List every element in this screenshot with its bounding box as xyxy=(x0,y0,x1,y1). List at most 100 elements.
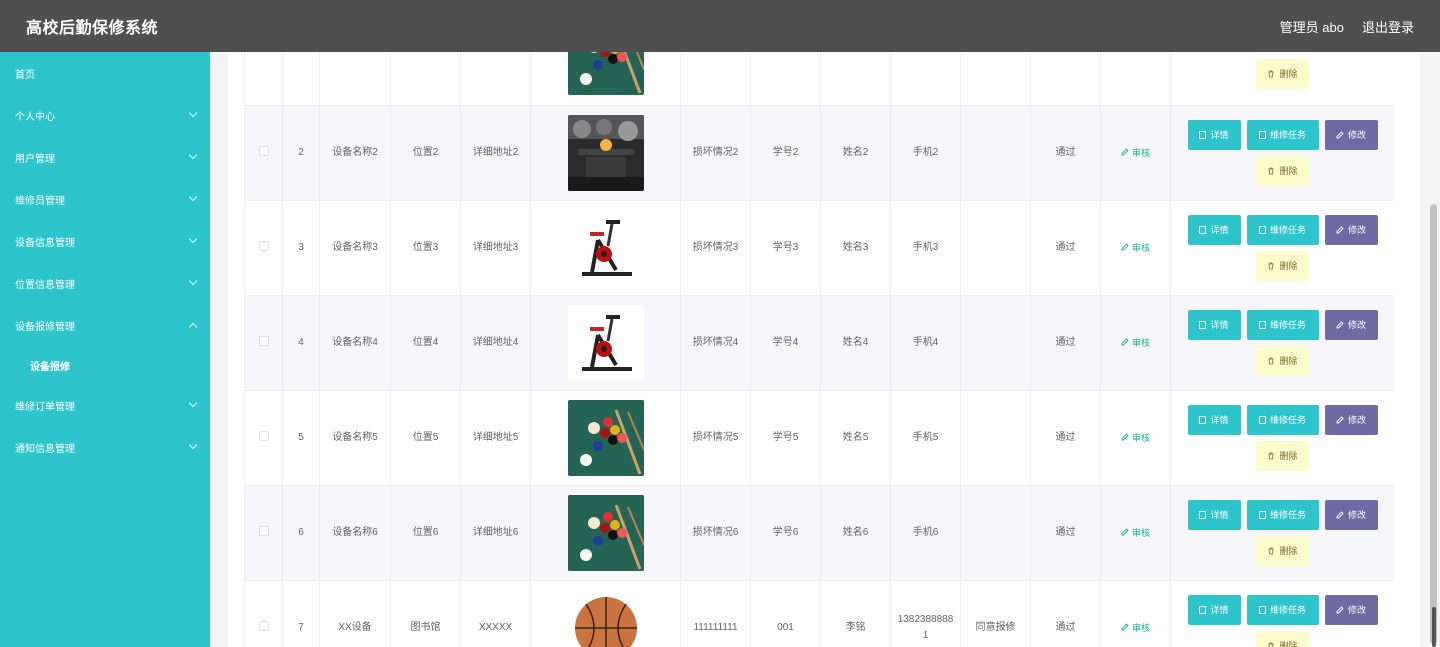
detail-button[interactable]: 详情 xyxy=(1187,309,1241,340)
row-checkbox[interactable] xyxy=(258,336,269,346)
audit-button[interactable]: 审核 xyxy=(1121,241,1150,254)
phone-cell: 手机2 xyxy=(890,105,961,201)
row-checkbox[interactable] xyxy=(258,241,269,251)
damage-cell: 损坏情况4 xyxy=(680,295,751,391)
page-scrollbar[interactable] xyxy=(1427,52,1440,647)
logout-link[interactable]: 退出登录 xyxy=(1362,17,1414,36)
repair-task-button[interactable]: 维修任务 xyxy=(1246,594,1319,625)
equipment-image xyxy=(567,209,644,286)
sidebar-item[interactable]: 首页 xyxy=(0,52,210,94)
repair-task-button[interactable]: 维修任务 xyxy=(1246,214,1319,245)
sidebar-item[interactable]: 个人中心 xyxy=(0,94,210,136)
row-checkbox[interactable] xyxy=(258,146,269,156)
row-checkbox[interactable] xyxy=(258,526,269,536)
delete-button[interactable]: 删除 xyxy=(1256,535,1309,566)
student-name-cell: 姓名4 xyxy=(820,295,891,391)
phone-text: 手机5 xyxy=(912,431,939,443)
edit-pen-icon xyxy=(1336,605,1344,613)
row-checkbox[interactable] xyxy=(258,431,269,441)
repair-table: 删除 2 设备名称2 位置2 详细地址2 损坏情况2 学号2 姓名2 手机2 通过 审核 详情 维修任务… xyxy=(244,52,1394,647)
audit-button[interactable]: 审核 xyxy=(1121,526,1150,539)
name-text: 设备名称4 xyxy=(332,336,378,348)
edit-label: 修改 xyxy=(1347,510,1366,520)
index-cell: 5 xyxy=(282,390,320,486)
edit-button[interactable]: 修改 xyxy=(1324,499,1378,530)
status-text: 通过 xyxy=(1055,621,1076,633)
audit-button[interactable]: 审核 xyxy=(1121,621,1150,634)
detail-button[interactable]: 详情 xyxy=(1187,404,1241,435)
delete-button[interactable]: 删除 xyxy=(1256,630,1309,647)
edit-button[interactable]: 修改 xyxy=(1324,119,1378,150)
row-actions: 详情 维修任务 修改 删除 xyxy=(1183,594,1383,647)
sidebar-item[interactable]: 通知信息管理 xyxy=(0,426,210,468)
audit-button[interactable]: 审核 xyxy=(1121,431,1150,444)
edit-pen-icon xyxy=(1336,225,1344,233)
location-text: 位置4 xyxy=(412,336,439,348)
name-text: 设备名称3 xyxy=(332,241,378,253)
phone-cell xyxy=(890,52,961,106)
document-icon xyxy=(1199,605,1207,614)
sidebar-item[interactable]: 设备报修 xyxy=(0,346,210,384)
location-cell xyxy=(390,52,461,106)
repair-task-button[interactable]: 维修任务 xyxy=(1246,404,1319,435)
location-cell: 位置2 xyxy=(390,105,461,201)
edit-pen-icon xyxy=(1336,415,1344,423)
repair-task-button[interactable]: 维修任务 xyxy=(1246,309,1319,340)
delete-button[interactable]: 删除 xyxy=(1256,345,1309,376)
detail-button[interactable]: 详情 xyxy=(1187,594,1241,625)
edit-button[interactable]: 修改 xyxy=(1324,594,1378,625)
row-select-cell xyxy=(244,390,283,486)
table-row: 5 设备名称5 位置5 详细地址5 损坏情况5 学号5 姓名5 手机5 通过 审核 详情 维修任务 修改… xyxy=(244,390,1394,486)
detail-label: 详情 xyxy=(1210,510,1229,520)
edit-pen-icon xyxy=(1121,338,1129,346)
repair-task-button[interactable]: 维修任务 xyxy=(1246,119,1319,150)
row-actions: 详情 维修任务 修改 删除 xyxy=(1183,119,1383,186)
audit-cell: 审核 xyxy=(1100,295,1171,391)
phone-text: 手机3 xyxy=(912,241,939,253)
address-cell: 详细地址5 xyxy=(460,390,531,486)
chevron-down-icon xyxy=(188,276,198,286)
sidebar-item[interactable]: 设备信息管理 xyxy=(0,220,210,262)
edit-button[interactable]: 修改 xyxy=(1324,404,1378,435)
address-text: 详细地址4 xyxy=(472,336,519,348)
location-cell: 位置4 xyxy=(390,295,461,391)
delete-button[interactable]: 删除 xyxy=(1256,250,1309,281)
sidebar-item[interactable]: 设备报修管理 xyxy=(0,304,210,346)
table-row: 7 XX设备 图书馆 XXXXX 111111111 001 李铭 13823888881 同意… xyxy=(244,580,1394,647)
row-actions: 详情 维修任务 修改删除 xyxy=(1183,499,1383,566)
detail-button[interactable]: 详情 xyxy=(1187,214,1241,245)
student-id-text: 学号3 xyxy=(772,241,799,253)
row-select-cell xyxy=(244,52,283,106)
reply-cell xyxy=(960,52,1031,106)
damage-cell: 111111111 xyxy=(680,580,751,647)
repair-task-label: 维修任务 xyxy=(1269,320,1306,330)
detail-button[interactable]: 详情 xyxy=(1187,499,1241,530)
delete-button[interactable]: 删除 xyxy=(1256,155,1309,186)
student-name-text: 李铭 xyxy=(845,621,866,633)
delete-button[interactable]: 删除 xyxy=(1256,440,1309,471)
sidebar-item[interactable]: 用户管理 xyxy=(0,136,210,178)
damage-cell xyxy=(680,52,751,106)
sidebar-item[interactable]: 维修订单管理 xyxy=(0,384,210,426)
document-icon xyxy=(1258,510,1266,519)
row-checkbox[interactable] xyxy=(258,621,269,631)
status-cell: 通过 xyxy=(1030,200,1101,296)
scrollbar-thumb[interactable] xyxy=(1430,204,1437,644)
row-select-cell xyxy=(244,295,283,391)
audit-button[interactable]: 审核 xyxy=(1121,336,1150,349)
audit-button[interactable]: 审核 xyxy=(1121,146,1150,159)
sidebar-item[interactable]: 位置信息管理 xyxy=(0,262,210,304)
repair-task-button[interactable]: 维修任务 xyxy=(1246,499,1319,530)
delete-label: 删除 xyxy=(1279,546,1298,556)
delete-button[interactable]: 删除 xyxy=(1256,58,1309,89)
index-cell: 3 xyxy=(282,200,320,296)
detail-button[interactable]: 详情 xyxy=(1187,119,1241,150)
location-text: 位置3 xyxy=(412,241,439,253)
row-actions: 详情 维修任务 修改 删除 xyxy=(1183,309,1383,376)
student-id-cell: 学号6 xyxy=(750,485,821,581)
edit-button[interactable]: 修改 xyxy=(1324,214,1378,245)
delete-label: 删除 xyxy=(1279,261,1298,271)
edit-button[interactable]: 修改 xyxy=(1324,309,1378,340)
sidebar-item[interactable]: 维修员管理 xyxy=(0,178,210,220)
table-row: 4 设备名称4 位置4 详细地址4 损坏情况4 学号4 姓名4 手机4 通过 审核 详情 维修任务 修改… xyxy=(244,295,1394,391)
